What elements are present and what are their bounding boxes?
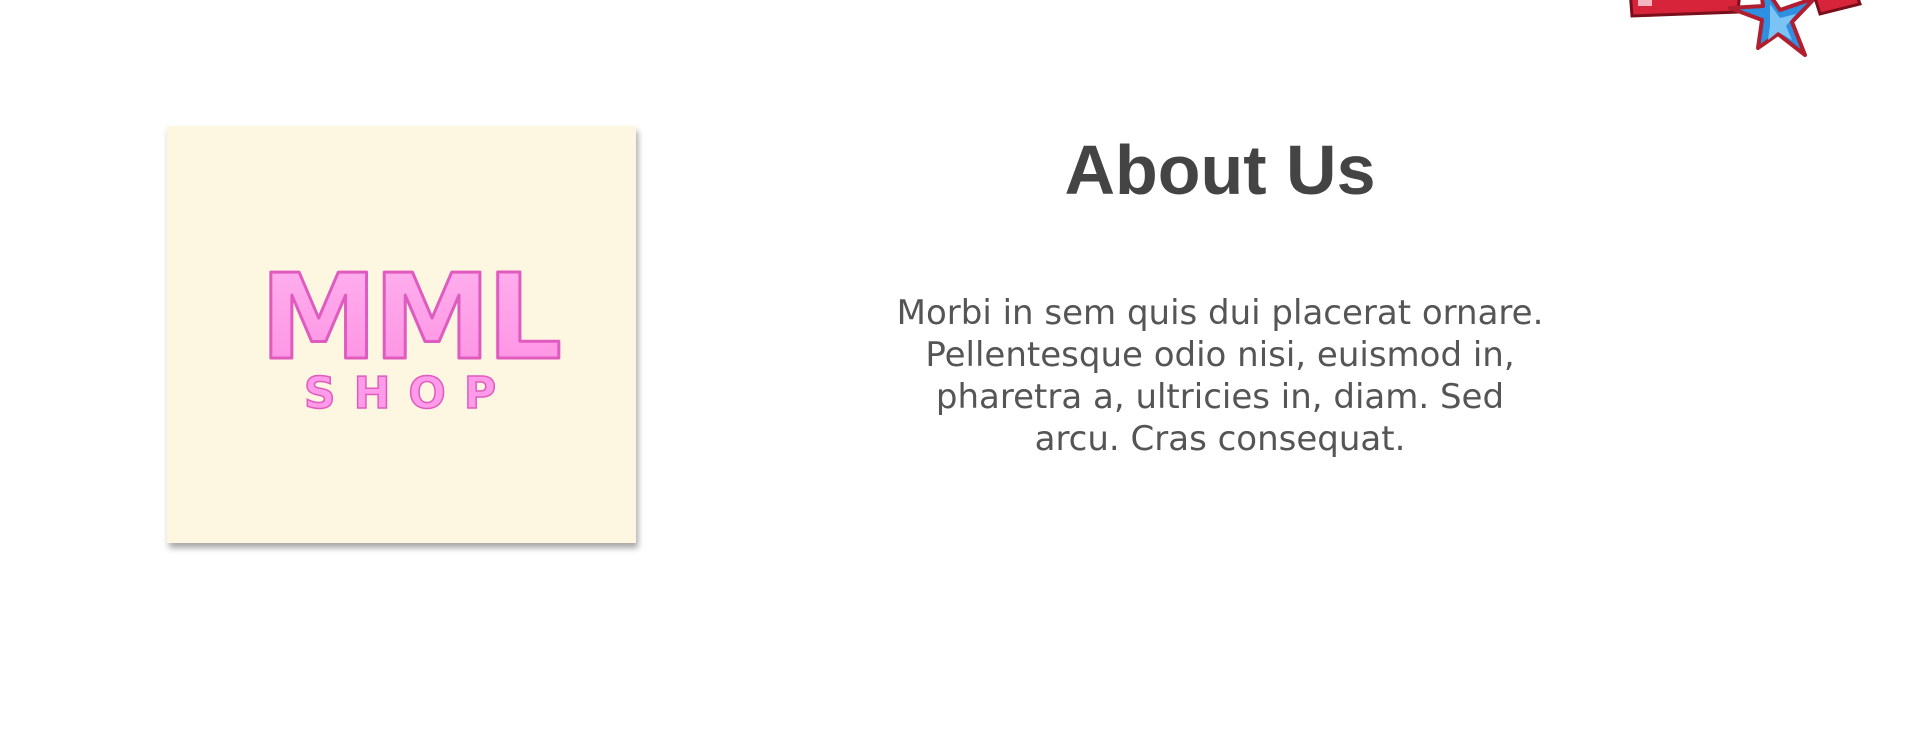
logo-wordmark: MML xyxy=(260,248,559,386)
about-title: About Us xyxy=(1064,131,1376,209)
about-text: Morbi in sem quis dui placerat ornare. P… xyxy=(896,293,1544,459)
logo-subtext: SHOP xyxy=(304,368,514,419)
about-section: About Us Morbi in sem quis dui placerat … xyxy=(880,120,1560,460)
page: MML SHOP About Us Morbi in sem quis dui … xyxy=(0,0,1919,736)
shop-logo: MML SHOP xyxy=(258,247,564,420)
logo-card: MML SHOP xyxy=(167,126,636,543)
star-badge-icon xyxy=(1620,0,1880,60)
